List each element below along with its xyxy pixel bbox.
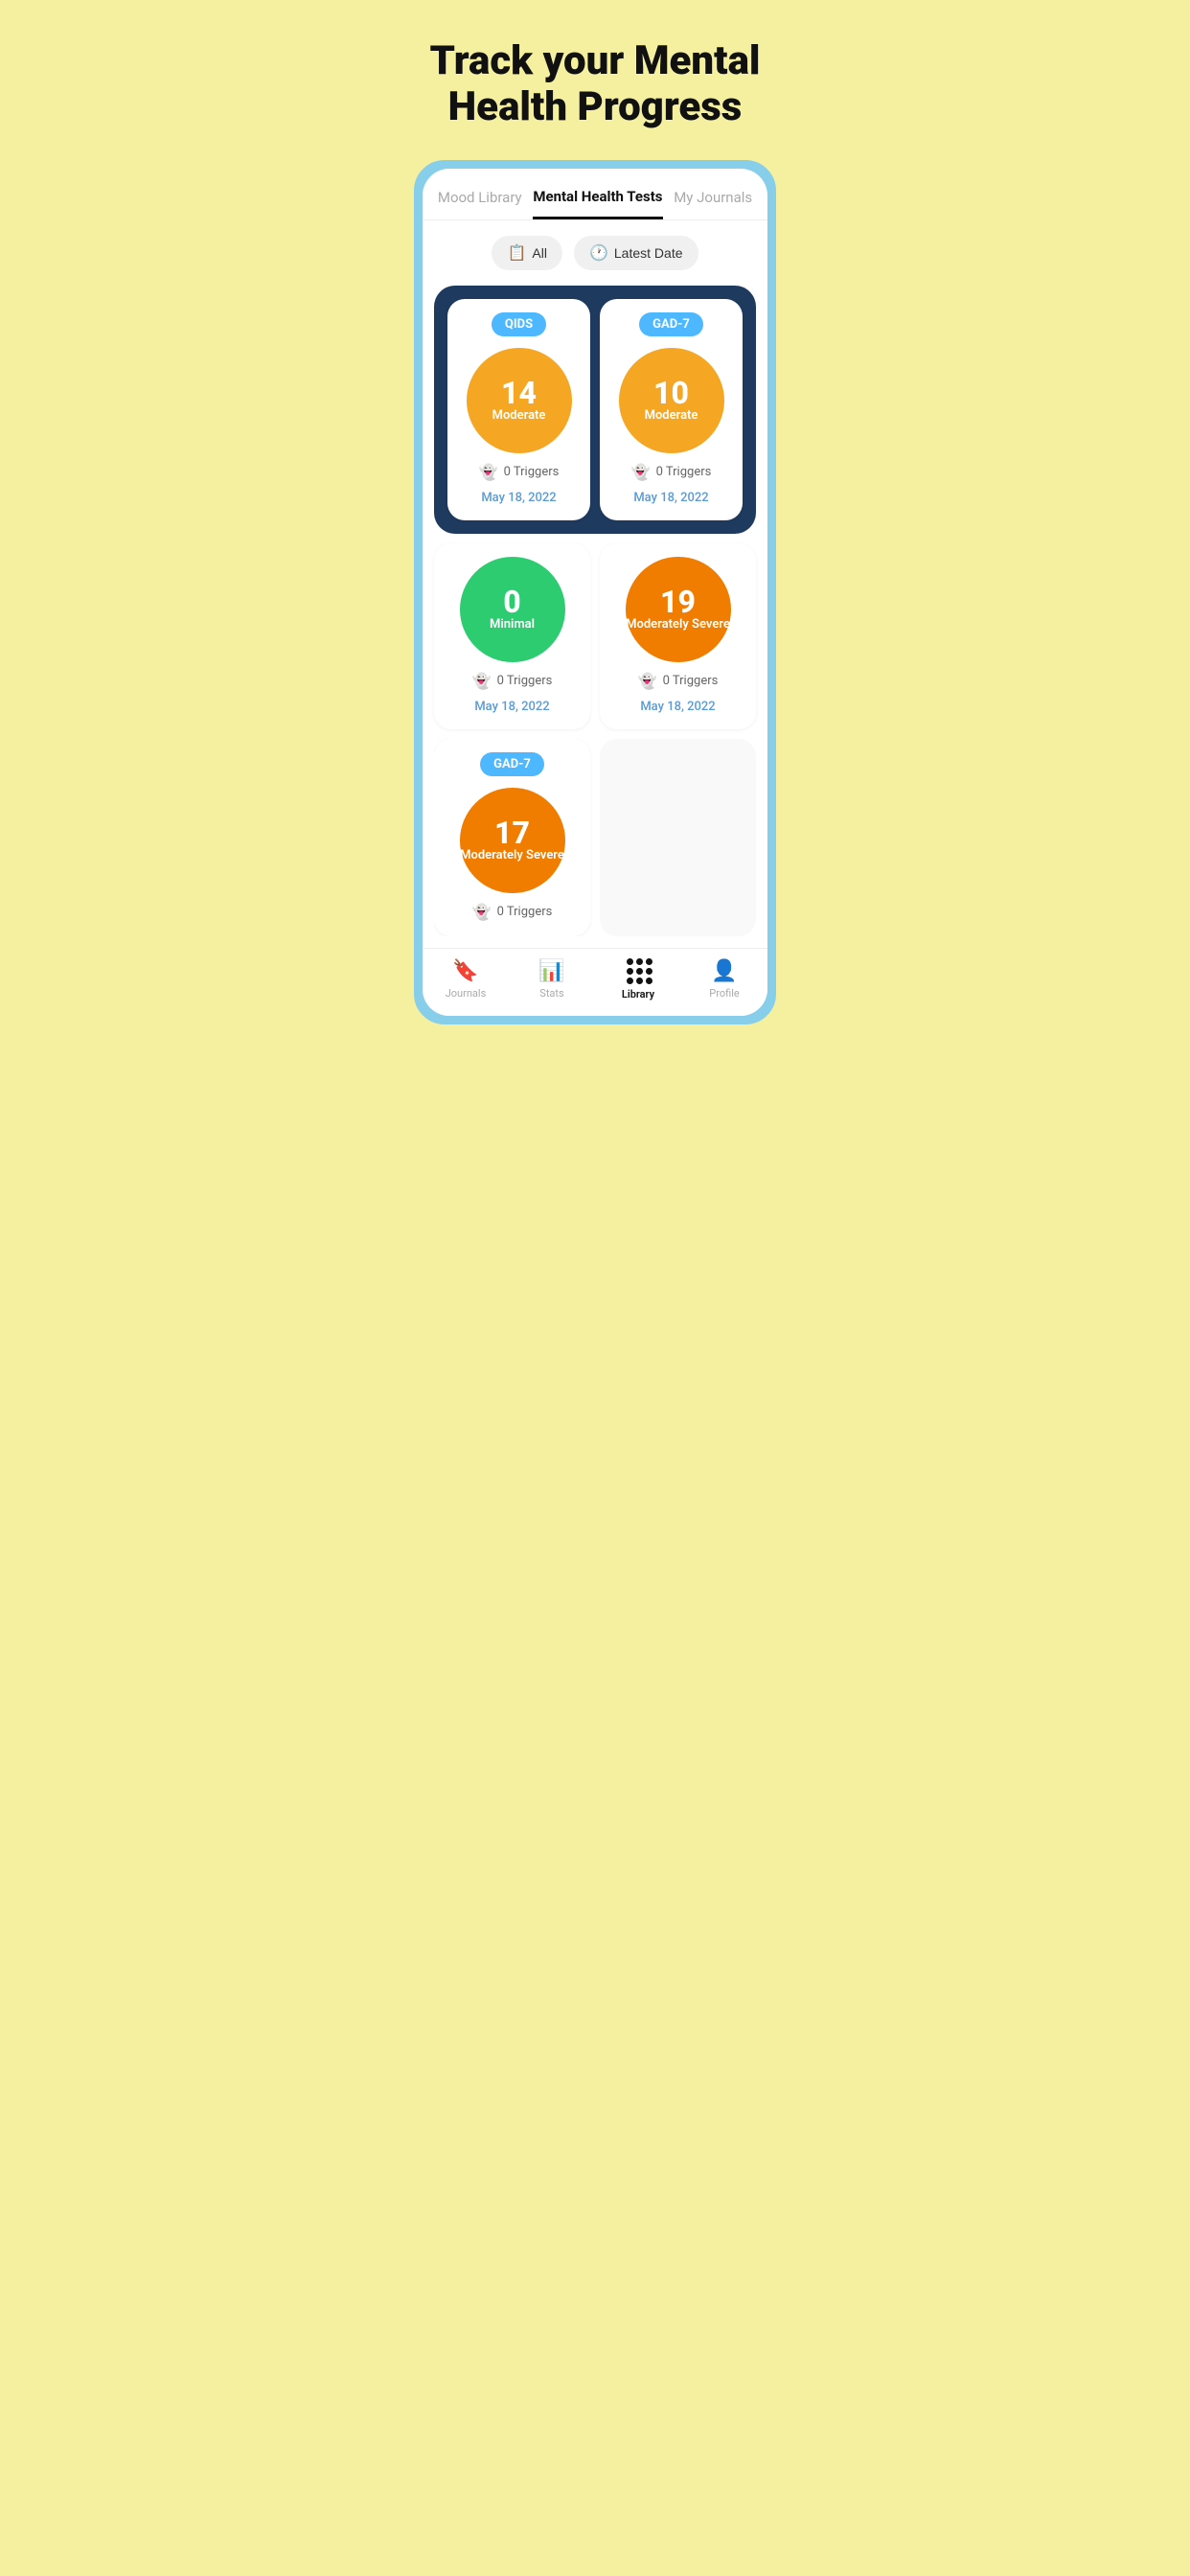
card-qids-14[interactable]: QIDS 14 Moderate 👻 0 Triggers May 18, 20…	[447, 299, 590, 520]
filter-latest-date-button[interactable]: 🕐 Latest Date	[574, 236, 698, 270]
bookmark-icon: 🔖	[452, 959, 478, 983]
phone-frame: Mood Library Mental Health Tests My Jour…	[414, 160, 776, 1024]
hero-title: Track your Mental Health Progress	[397, 0, 793, 160]
triggers-row-17: 👻 0 Triggers	[472, 903, 553, 921]
nav-item-library[interactable]: Library	[609, 958, 667, 1000]
triggers-text-19: 0 Triggers	[663, 674, 719, 688]
bar-chart-icon: 📊	[538, 959, 564, 983]
card-gad7-17[interactable]: GAD-7 17 Moderately Severe 👻 0 Triggers	[434, 739, 590, 936]
score-number-19: 19	[660, 586, 696, 617]
score-severity-17: Moderately Severe	[460, 848, 564, 863]
score-circle-qids: 14 Moderate	[467, 348, 572, 453]
ghost-icon-19: 👻	[638, 672, 657, 690]
score-circle-minimal: 0 Minimal	[460, 557, 565, 662]
date-minimal: May 18, 2022	[474, 700, 549, 714]
bottom-nav: 🔖 Journals 📊 Stats	[423, 948, 767, 1016]
score-circle-gad7: 10 Moderate	[619, 348, 724, 453]
dots-grid-icon	[627, 958, 650, 984]
nav-label-library: Library	[622, 988, 654, 1000]
triggers-row-qids: 👻 0 Triggers	[479, 463, 560, 481]
date-gad7: May 18, 2022	[633, 491, 708, 505]
triggers-text-minimal: 0 Triggers	[497, 674, 553, 688]
triggers-text-17: 0 Triggers	[497, 905, 553, 919]
score-number-minimal: 0	[503, 586, 520, 617]
filters-bar: 📋 All 🕐 Latest Date	[423, 220, 767, 286]
nav-item-stats[interactable]: 📊 Stats	[523, 959, 581, 1000]
tab-my-journals[interactable]: My Journals	[674, 189, 752, 218]
regular-cards-grid: 0 Minimal 👻 0 Triggers May 18, 2022 19 M…	[434, 543, 756, 729]
score-severity-19: Moderately Severe	[626, 617, 730, 632]
card-gad7-10[interactable]: GAD-7 10 Moderate 👻 0 Triggers May 18, 2…	[600, 299, 743, 520]
nav-item-profile[interactable]: 👤 Profile	[696, 959, 753, 1000]
score-number-17: 17	[494, 817, 530, 848]
score-severity-qids: Moderate	[492, 408, 546, 424]
list-icon: 📋	[507, 243, 526, 263]
filter-all-label: All	[532, 245, 547, 261]
score-severity-gad7: Moderate	[645, 408, 698, 424]
triggers-row-gad7: 👻 0 Triggers	[631, 463, 712, 481]
cards-section: QIDS 14 Moderate 👻 0 Triggers May 18, 20…	[423, 286, 767, 948]
score-circle-19: 19 Moderately Severe	[626, 557, 731, 662]
empty-card-slot	[600, 739, 756, 936]
filter-latest-date-label: Latest Date	[614, 245, 683, 261]
date-qids: May 18, 2022	[481, 491, 556, 505]
score-number-gad7: 10	[653, 378, 689, 408]
card-badge-gad7-17: GAD-7	[480, 752, 544, 776]
triggers-row-minimal: 👻 0 Triggers	[472, 672, 553, 690]
date-19: May 18, 2022	[640, 700, 715, 714]
partial-cards-grid: GAD-7 17 Moderately Severe 👻 0 Triggers	[434, 739, 756, 936]
card-badge-gad7: GAD-7	[639, 312, 703, 336]
nav-item-journals[interactable]: 🔖 Journals	[437, 959, 494, 1000]
ghost-icon-qids: 👻	[479, 463, 498, 481]
nav-label-profile: Profile	[709, 987, 739, 1000]
card-19-mod-severe[interactable]: 19 Moderately Severe 👻 0 Triggers May 18…	[600, 543, 756, 729]
tabs-bar: Mood Library Mental Health Tests My Jour…	[423, 169, 767, 220]
triggers-row-19: 👻 0 Triggers	[638, 672, 719, 690]
person-icon: 👤	[711, 959, 737, 983]
tab-mood-library[interactable]: Mood Library	[438, 189, 522, 218]
filter-all-button[interactable]: 📋 All	[492, 236, 561, 270]
triggers-text-qids: 0 Triggers	[504, 465, 560, 479]
score-severity-minimal: Minimal	[490, 617, 535, 632]
ghost-icon-17: 👻	[472, 903, 492, 921]
ghost-icon-gad7: 👻	[631, 463, 651, 481]
phone-inner: Mood Library Mental Health Tests My Jour…	[423, 169, 767, 1016]
score-number-qids: 14	[501, 378, 537, 408]
clock-icon: 🕐	[589, 243, 608, 263]
card-0-minimal[interactable]: 0 Minimal 👻 0 Triggers May 18, 2022	[434, 543, 590, 729]
triggers-text-gad7: 0 Triggers	[656, 465, 712, 479]
highlight-group: QIDS 14 Moderate 👻 0 Triggers May 18, 20…	[434, 286, 756, 534]
highlighted-cards-grid: QIDS 14 Moderate 👻 0 Triggers May 18, 20…	[447, 299, 743, 520]
tab-mental-health-tests[interactable]: Mental Health Tests	[533, 188, 662, 219]
nav-label-journals: Journals	[446, 987, 487, 1000]
card-badge-qids: QIDS	[492, 312, 546, 336]
ghost-icon-minimal: 👻	[472, 672, 492, 690]
nav-label-stats: Stats	[539, 987, 563, 1000]
score-circle-17: 17 Moderately Severe	[460, 788, 565, 893]
